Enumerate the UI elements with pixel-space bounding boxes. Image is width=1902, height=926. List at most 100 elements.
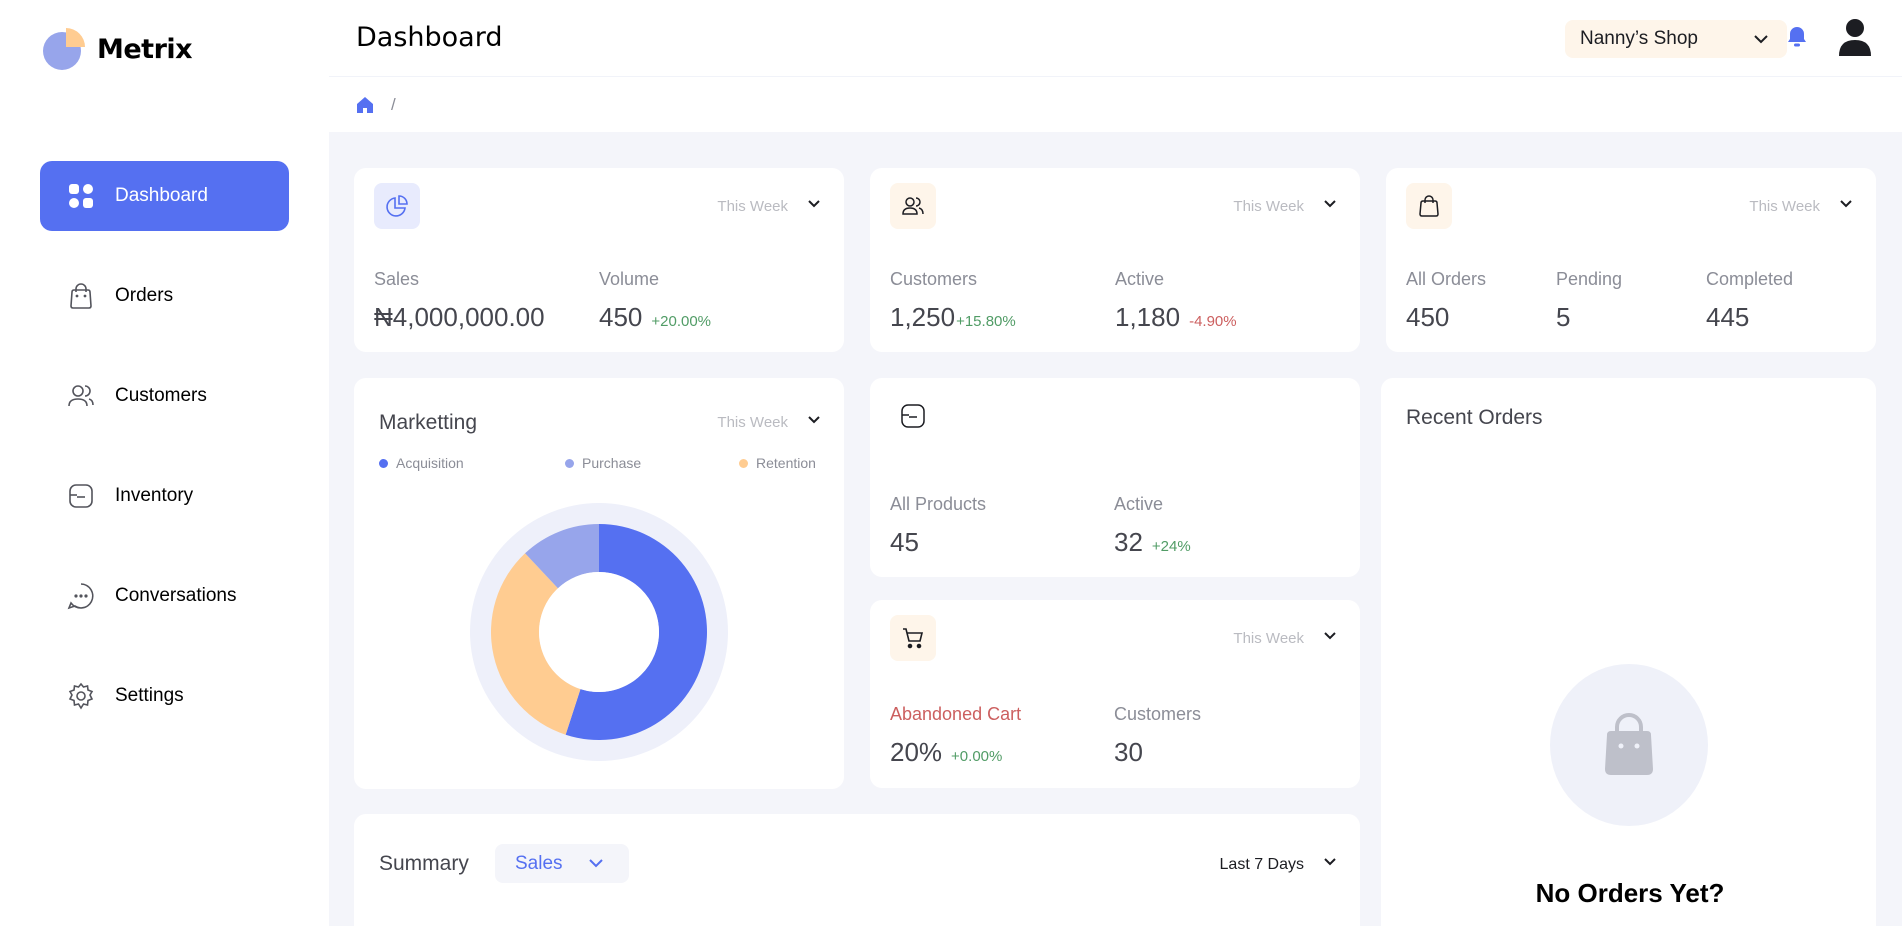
chevron-down-icon [587,854,605,878]
home-icon[interactable] [356,96,374,119]
stat-label: Volume [599,269,660,289]
marketing-card: Marketting This Week Acquisition Purchas… [354,378,844,789]
stat-value: 450 [1406,302,1450,332]
notification-bell-icon[interactable] [1787,26,1807,53]
period-select[interactable]: This Week [1749,196,1854,216]
recent-orders-card: Recent Orders [1381,378,1876,926]
legend-label: Retention [756,455,816,471]
legend-dot [379,458,388,468]
active-products-stat: Active 32 +24% [1114,494,1191,558]
summary-range-label: Last 7 Days [1219,855,1304,873]
stat-change: -4.90% [1189,313,1237,330]
customers-stat: Customers 1,250 +15.80% [890,269,1016,333]
stat-label: Pending [1556,269,1623,289]
completed-stat: Completed 445 [1706,269,1793,333]
chevron-down-icon [1322,196,1338,216]
sidebar-nav: Dashboard Orders Customers Inventory Con… [40,161,289,761]
stat-value: 45 [890,527,919,557]
chevron-down-icon [1322,854,1338,875]
sidebar-item-label: Orders [115,285,174,306]
summary-range-select[interactable]: Last 7 Days [1220,854,1338,875]
chevron-down-icon [806,412,822,432]
period-select[interactable]: This Week [717,196,822,216]
period-select[interactable]: This Week [1233,196,1338,216]
marketing-donut-chart [470,503,728,761]
legend-dot [565,458,574,468]
period-label: This Week [717,413,788,431]
stat-label: Abandoned Cart [890,704,1022,724]
period-label: This Week [1233,629,1304,647]
stat-value: 20% [890,737,943,767]
chevron-down-icon [806,196,822,216]
legend-item-acquisition: Acquisition [379,455,464,471]
period-select[interactable]: This Week [1233,628,1338,648]
sidebar-item-conversations[interactable]: Conversations [40,561,289,631]
sidebar-item-dashboard[interactable]: Dashboard [40,161,289,231]
stat-value: 1,180 [1115,302,1181,332]
legend-label: Acquisition [396,455,464,471]
chat-icon [66,581,96,611]
stat-change: +0.00% [951,748,1003,765]
sales-stat: Sales ₦4,000,000.00 [374,269,545,333]
breadcrumb: / [329,78,1902,132]
chevron-down-icon [1838,196,1854,216]
period-label: This Week [1749,197,1820,215]
customers-card: This Week Customers 1,250 +15.80% Active … [870,168,1360,352]
sidebar-item-orders[interactable]: Orders [40,261,289,331]
stat-label: Customers [890,269,978,289]
summary-metric-select[interactable]: Sales [495,844,629,883]
period-label: This Week [717,197,788,215]
abandoned-cart-stat: Abandoned Cart 20% +0.00% [890,704,1021,768]
chevron-down-icon [1751,29,1771,55]
shop-select[interactable]: Nanny’s Shop [1565,20,1787,58]
period-label: This Week [1233,197,1304,215]
pie-chart-icon [374,183,420,229]
legend-item-retention: Retention [739,455,816,471]
sidebar-item-label: Inventory [115,485,194,506]
logo[interactable]: Metrix [43,28,193,70]
products-card: All Products 45 Active 32 +24% [870,378,1360,577]
summary-card: Summary Sales Last 7 Days [354,814,1360,926]
category-icon [66,181,96,211]
shop-select-label: Nanny’s Shop [1580,28,1698,49]
active-customers-stat: Active 1,180 -4.90% [1115,269,1237,333]
folder-icon [890,393,936,439]
top-header: Dashboard Nanny’s Shop [329,0,1902,77]
period-select[interactable]: This Week [717,412,822,432]
stat-label: Active [1114,494,1164,514]
stat-change: +24% [1151,538,1191,555]
sidebar-item-label: Dashboard [115,185,208,206]
stat-label: Sales [374,269,420,289]
empty-orders-illustration [1550,664,1708,826]
stat-value: 5 [1556,302,1571,332]
stat-label: Customers [1114,704,1202,724]
users-icon [890,183,936,229]
sidebar-item-customers[interactable]: Customers [40,361,289,431]
sidebar-item-inventory[interactable]: Inventory [40,461,289,531]
card-title: Recent Orders [1406,406,1543,429]
stat-label: All Orders [1406,269,1487,289]
stat-value: 1,250 [890,302,956,332]
stat-label: Completed [1706,269,1794,289]
stat-label: Active [1115,269,1165,289]
cart-icon [890,615,936,661]
donut-hole [539,572,659,692]
bag-icon [66,281,96,311]
logo-pie-icon [43,28,85,70]
card-title: Marketting [379,411,478,434]
stat-value: 450 [599,302,643,332]
summary-metric-label: Sales [515,852,563,874]
folder-icon [66,481,96,511]
sales-card: This Week Sales ₦4,000,000.00 Volume 450… [354,168,844,352]
app-name: Metrix [97,33,193,65]
orders-card: This Week All Orders 450 Pending 5 Compl… [1386,168,1876,352]
cart-customers-stat: Customers 30 [1114,704,1201,768]
legend-dot [739,458,748,468]
sidebar-item-label: Conversations [115,585,237,606]
sidebar-item-settings[interactable]: Settings [40,661,289,731]
stat-change: +15.80% [956,313,1016,330]
legend-item-purchase: Purchase [565,455,641,471]
user-avatar-icon[interactable] [1837,18,1873,63]
stat-change: +20.00% [651,313,712,330]
legend-label: Purchase [582,455,642,471]
